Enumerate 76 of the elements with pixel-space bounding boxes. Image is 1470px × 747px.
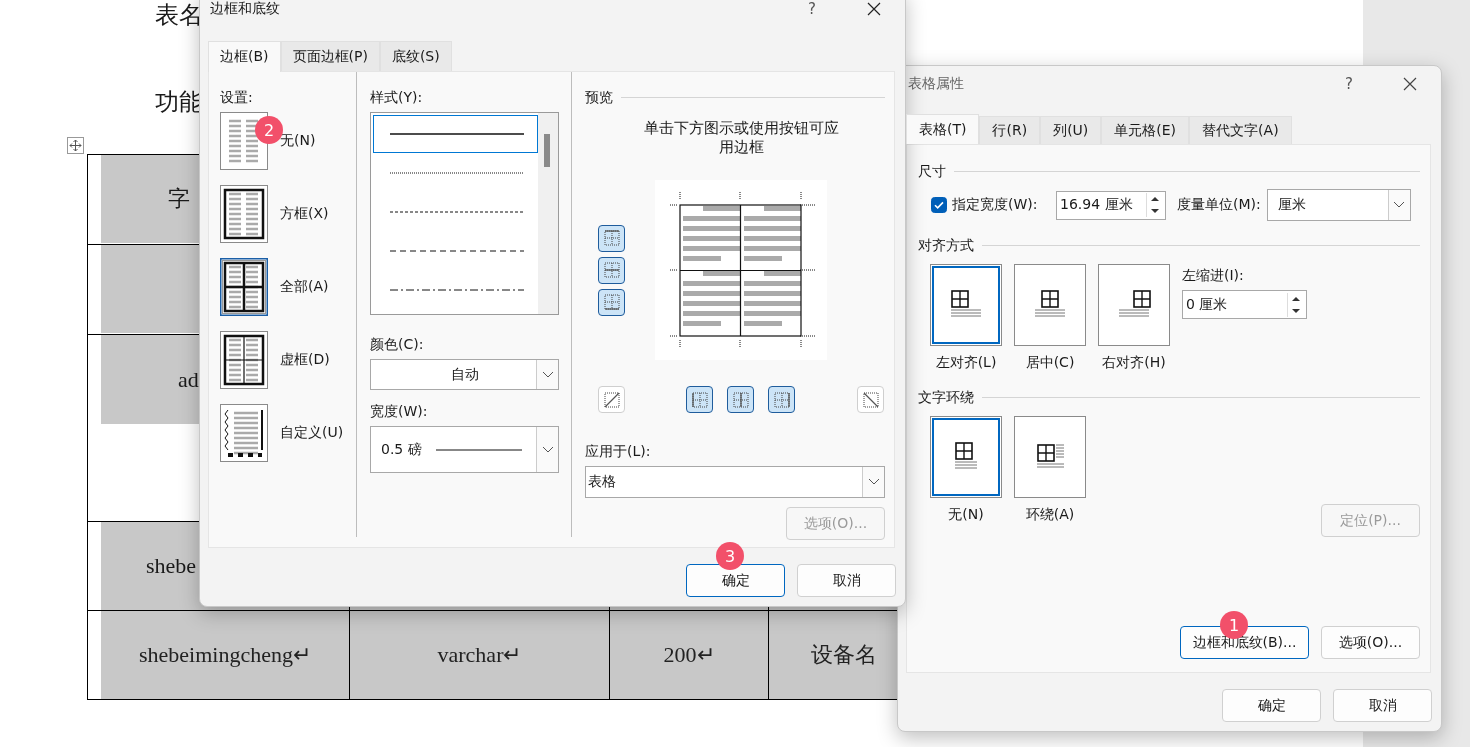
dotted-line-icon <box>390 170 524 175</box>
section-heading: 文字环绕 <box>918 388 974 406</box>
ok-button[interactable]: 确定 <box>1222 689 1321 722</box>
section-heading: 对齐方式 <box>918 236 974 254</box>
tab[interactable]: 替代文字(A) <box>1189 116 1292 144</box>
border-toggle-button[interactable] <box>686 386 713 413</box>
border-icon <box>860 389 881 410</box>
tab[interactable]: 边框(B) <box>208 41 281 72</box>
border-preview-drawing[interactable] <box>655 180 827 360</box>
centered-table-icon <box>1033 290 1067 320</box>
cancel-button[interactable]: 取消 <box>797 564 896 597</box>
window-title: 边框和底纹 <box>210 0 280 18</box>
move-handle-icon[interactable] <box>67 137 84 154</box>
border-setting-option[interactable]: 方框(X) <box>220 185 329 243</box>
dash-dot-line-icon <box>390 287 524 292</box>
field-label: 左缩进(I): <box>1182 267 1245 285</box>
tab[interactable]: 页面边框(P) <box>280 41 380 71</box>
table-cell: 200↵ <box>610 611 768 699</box>
tab[interactable]: 底纹(S) <box>379 41 452 71</box>
tab[interactable]: 单元格(E) <box>1101 116 1190 144</box>
instruction-text: 单击下方图示或使用按钮可应用边框 <box>642 119 839 157</box>
left-aligned-table-icon <box>949 290 983 320</box>
border-toggle-button[interactable] <box>598 288 625 316</box>
close-icon[interactable] <box>867 2 881 16</box>
border-icon <box>771 389 792 410</box>
border-toggle-button[interactable] <box>598 256 625 284</box>
border-icon <box>730 389 751 410</box>
indent-spin-field[interactable]: 0 厘米 <box>1182 290 1307 319</box>
unit-dropdown[interactable]: 厘米 <box>1266 189 1411 221</box>
apply-to-dropdown[interactable]: 表格 <box>585 466 885 498</box>
table-cell: varchar↵ <box>350 611 609 699</box>
solid-line-style[interactable] <box>373 115 538 153</box>
table-cell: shebeimingcheng↵ <box>101 611 349 699</box>
close-icon[interactable] <box>1403 77 1417 91</box>
dashed-line-icon <box>390 248 524 253</box>
field-label: 度量单位(M): <box>1177 196 1261 214</box>
border-toggle-button[interactable] <box>727 386 754 413</box>
field-label: 样式(Y): <box>370 88 424 106</box>
checkbox-label: 指定宽度(W): <box>952 196 1039 214</box>
color-dropdown[interactable]: 自动 <box>370 359 559 390</box>
width-spin-field[interactable]: 16.94 厘米 <box>1056 190 1166 220</box>
border-icon <box>601 292 622 312</box>
border-icon <box>601 228 622 248</box>
field-label: 应用于(L): <box>585 442 652 460</box>
window-title: 表格属性 <box>908 75 964 93</box>
width-dropdown[interactable]: 0.5 磅 <box>370 426 559 473</box>
checkbox[interactable] <box>931 197 947 213</box>
border-icon <box>601 389 622 410</box>
scrollbar-thumb[interactable] <box>544 134 550 167</box>
field-label: 设置: <box>220 88 254 106</box>
chevron-down-icon <box>867 478 880 486</box>
chevron-down-icon <box>1393 201 1406 209</box>
field-label: 宽度(W): <box>370 402 429 420</box>
options-button[interactable]: 选项(O)... <box>1321 626 1420 659</box>
border-toggle-button[interactable] <box>598 224 625 252</box>
border-icon <box>689 389 710 410</box>
field-label: 颜色(C): <box>370 335 425 353</box>
help-button[interactable]: ? <box>804 0 820 18</box>
chevron-down-icon <box>541 445 554 454</box>
line-sample-icon <box>436 448 522 451</box>
cancel-button[interactable]: 取消 <box>1333 689 1432 722</box>
section-heading: 尺寸 <box>918 162 946 180</box>
border-toggle-button[interactable] <box>768 386 795 413</box>
tab[interactable]: 表格(T) <box>906 114 980 144</box>
chevron-down-icon <box>541 370 554 379</box>
right-aligned-table-icon <box>1117 290 1151 320</box>
document-heading: 表名 <box>155 1 203 30</box>
border-icon <box>601 260 622 280</box>
help-button[interactable]: ? <box>1341 75 1357 93</box>
section-heading: 预览 <box>585 88 613 106</box>
ok-button[interactable]: 确定 <box>686 564 785 597</box>
line-style-list[interactable] <box>370 112 559 315</box>
tab[interactable]: 列(U) <box>1040 116 1102 144</box>
dashed-line-icon <box>390 209 524 214</box>
tab[interactable]: 行(R) <box>979 116 1041 144</box>
solid-line-icon <box>390 132 524 136</box>
